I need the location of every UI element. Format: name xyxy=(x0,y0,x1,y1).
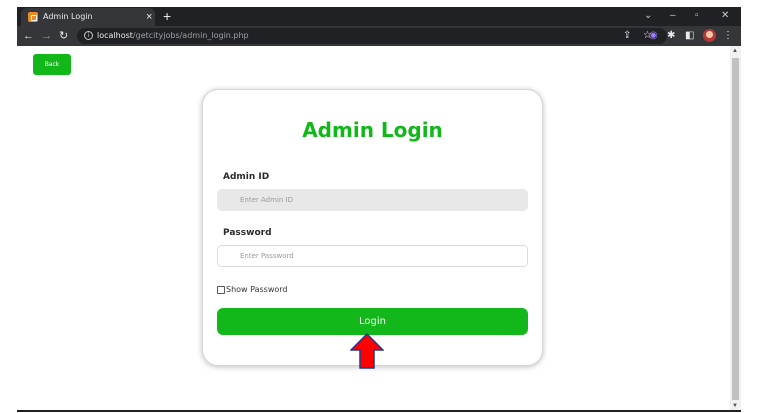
scroll-thumb[interactable] xyxy=(732,58,739,400)
sidebar-icon[interactable]: ◧ xyxy=(685,29,694,43)
red-up-arrow-icon xyxy=(350,333,384,369)
password-label: Password xyxy=(223,228,272,238)
back-button[interactable]: Back xyxy=(33,54,71,75)
favicon-icon xyxy=(28,12,38,22)
browser-toolbar: ← → ↻ i localhost/getcityjobs/admin_logi… xyxy=(17,26,741,46)
screen: Admin Login × + ⌄ – ▫ ✕ ← → ↻ i localhos… xyxy=(0,0,759,413)
avatar[interactable] xyxy=(703,29,716,42)
back-arrow-icon[interactable]: ← xyxy=(23,29,34,43)
login-button[interactable]: Login xyxy=(217,308,528,335)
url-text[interactable]: localhost/getcityjobs/admin_login.php xyxy=(97,31,249,40)
reload-icon[interactable]: ↻ xyxy=(59,29,68,43)
page-title: Admin Login xyxy=(302,118,443,142)
address-bar[interactable]: i localhost/getcityjobs/admin_login.php … xyxy=(77,28,667,44)
bottom-border xyxy=(17,410,741,412)
login-card: Admin Login Admin ID Enter Admin ID Pass… xyxy=(202,89,543,366)
minimize-icon[interactable]: – xyxy=(670,8,676,24)
forward-arrow-icon[interactable]: → xyxy=(41,29,52,43)
browser-tab[interactable]: Admin Login × xyxy=(21,8,155,26)
menu-icon[interactable]: ⋮ xyxy=(723,29,733,43)
scroll-up-icon[interactable]: ▲ xyxy=(732,48,738,54)
restore-icon[interactable]: ▫ xyxy=(695,8,699,24)
extension-icon[interactable]: ◉ xyxy=(649,29,658,43)
show-password-checkbox[interactable] xyxy=(217,286,225,294)
tab-close-icon[interactable]: × xyxy=(146,10,152,24)
info-icon[interactable]: i xyxy=(84,31,93,40)
tab-search-icon[interactable]: ⌄ xyxy=(644,8,652,24)
scroll-down-icon[interactable]: ▼ xyxy=(732,403,738,409)
new-tab-icon[interactable]: + xyxy=(163,8,171,24)
share-icon[interactable]: ⇪ xyxy=(623,29,631,43)
browser-titlebar: Admin Login × + ⌄ – ▫ ✕ xyxy=(17,7,741,26)
admin-id-label: Admin ID xyxy=(223,172,270,182)
left-margin xyxy=(0,0,17,413)
scrollbar[interactable]: ▲ ▼ xyxy=(730,46,741,412)
close-window-icon[interactable]: ✕ xyxy=(721,8,729,24)
show-password-label[interactable]: Show Password xyxy=(226,285,288,294)
admin-id-field[interactable]: Enter Admin ID xyxy=(217,189,528,211)
tab-title: Admin Login xyxy=(43,12,93,21)
page-content: Back Admin Login Admin ID Enter Admin ID… xyxy=(17,46,730,412)
puzzle-icon[interactable]: ✱ xyxy=(667,29,675,43)
password-field[interactable]: Enter Password xyxy=(217,245,528,267)
